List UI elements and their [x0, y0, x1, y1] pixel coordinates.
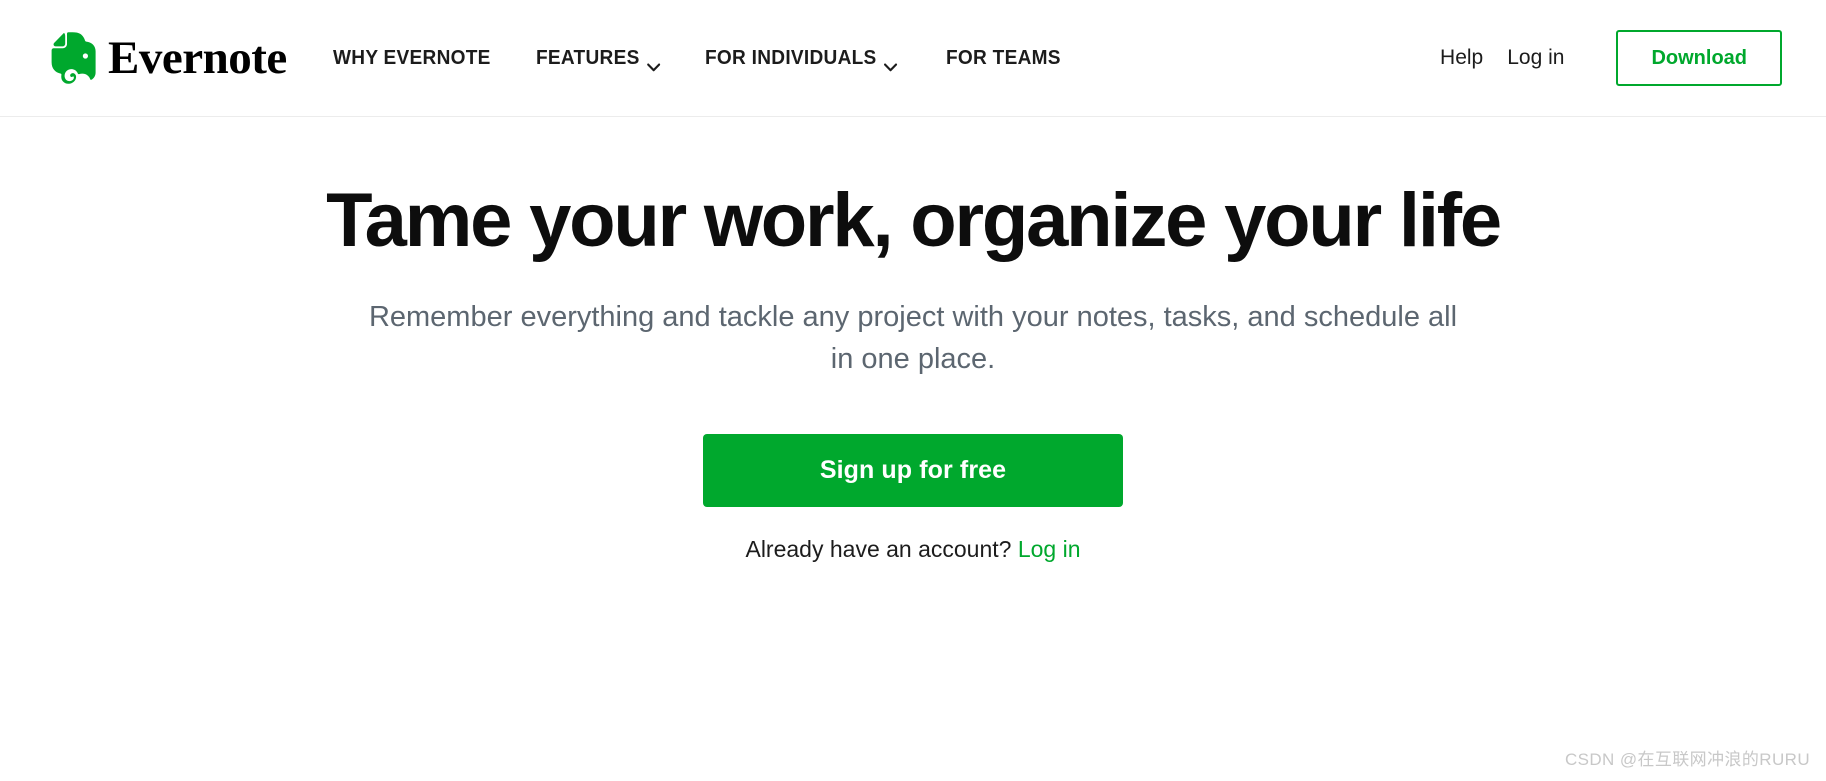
existing-account-prompt: Already have an account? [745, 536, 1012, 563]
existing-account-line: Already have an account? Log in [745, 536, 1080, 563]
header-login-link[interactable]: Log in [1507, 46, 1564, 70]
hero-login-link[interactable]: Log in [1018, 536, 1081, 562]
primary-navigation: WHY EVERNOTE FEATURES FOR INDIVIDUALS FO… [333, 46, 1070, 71]
page-title: Tame your work, organize your life [326, 178, 1502, 263]
brand-logo[interactable]: Evernote [46, 29, 287, 87]
hero-section: Tame your work, organize your life Remem… [0, 117, 1826, 563]
site-header: Evernote WHY EVERNOTE FEATURES FOR INDIV… [0, 0, 1826, 117]
nav-label-for-individuals: FOR INDIVIDUALS [704, 46, 877, 69]
hero-subtitle: Remember everything and tackle any proje… [368, 300, 1458, 375]
nav-label-features: FEATURES [536, 46, 640, 69]
header-actions: Help Log in Download [1440, 30, 1782, 86]
chevron-down-icon [884, 54, 898, 71]
nav-item-features[interactable]: FEATURES [536, 46, 661, 71]
nav-label-for-teams: FOR TEAMS [946, 46, 1061, 69]
download-button[interactable]: Download [1616, 30, 1782, 86]
signup-button[interactable]: Sign up for free [703, 434, 1123, 508]
watermark: CSDN @在互联网冲浪的RURU [1564, 750, 1810, 769]
hero-cta-group: Sign up for free Already have an account… [0, 434, 1826, 563]
brand-name: Evernote [108, 31, 287, 84]
chevron-down-icon [647, 54, 661, 71]
evernote-elephant-icon [46, 29, 96, 87]
nav-item-for-teams[interactable]: FOR TEAMS [946, 46, 1061, 70]
nav-item-why-evernote[interactable]: WHY EVERNOTE [333, 46, 491, 70]
nav-label-why-evernote: WHY EVERNOTE [332, 46, 491, 69]
help-link[interactable]: Help [1440, 46, 1483, 70]
nav-item-for-individuals[interactable]: FOR INDIVIDUALS [704, 46, 898, 71]
